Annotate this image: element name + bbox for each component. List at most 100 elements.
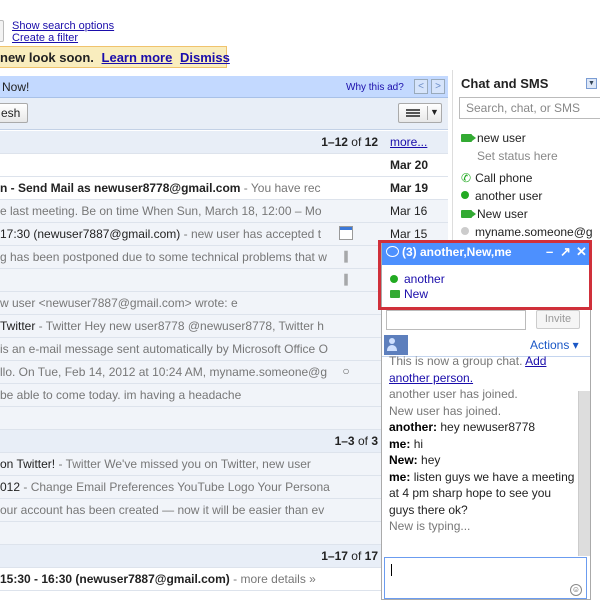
subject-text: Twitter [0, 319, 36, 333]
chevron-down-icon: ▼ [430, 107, 439, 117]
chat-scrollbar[interactable] [578, 391, 590, 556]
email-snippet: g has been postponed due to some technic… [0, 250, 327, 264]
show-search-options-link[interactable]: Show search options [12, 20, 114, 32]
online-dot-icon [390, 275, 398, 283]
email-date: Mar 19 [390, 181, 429, 195]
email-subject: be able to come today. im having a heada… [0, 384, 330, 406]
video-icon [390, 290, 400, 298]
email-snippet: llo. On Tue, Feb 14, 2012 at 10:24 AM, m… [0, 365, 328, 379]
email-subject: 012 - Change Email Preferences YouTube L… [0, 476, 330, 498]
subject-text: 012 [0, 480, 21, 494]
refresh-button[interactable]: esh [0, 103, 28, 123]
page-of: of [357, 434, 368, 448]
member-new[interactable]: New [390, 287, 428, 301]
system-text: another user has joined. [389, 387, 518, 401]
message-sender: New: [389, 453, 418, 467]
chat-message: me: listen guys we have a meeting at 4 p… [389, 469, 578, 519]
email-snippet: our account has been created — now it wi… [0, 503, 325, 517]
subject-text: 17:30 (newuser7887@gmail.com) [0, 227, 181, 241]
search-button-stub[interactable] [0, 20, 4, 42]
close-icon[interactable]: ✕ [576, 244, 587, 260]
minimize-icon[interactable]: – [546, 244, 553, 259]
email-snippet: w user <newuser7887@gmail.com> wrote: e [0, 296, 238, 310]
dismiss-link[interactable]: Dismiss [180, 50, 230, 65]
chat-search-input[interactable]: Search, chat, or SMS [459, 97, 600, 119]
system-message: New user has joined. [389, 403, 578, 420]
subject-text: on Twitter! [0, 457, 56, 471]
ad-bar: Now! Why this ad? < > [0, 76, 448, 98]
message-text: hey [421, 453, 441, 467]
email-row[interactable]: Mar 20 [0, 154, 448, 177]
contact-new-user[interactable]: New user [461, 207, 528, 221]
email-snippet: - more details » [229, 572, 316, 586]
email-subject: our account has been created — now it wi… [0, 499, 330, 521]
set-status-field[interactable]: Set status here [477, 149, 558, 163]
chevron-down-icon[interactable]: ▼ [586, 78, 597, 89]
contact-label: another user [475, 189, 543, 203]
email-subject: w user <newuser7887@gmail.com> wrote: e [0, 292, 330, 314]
contact-label: Call phone [475, 171, 533, 185]
group-chat-title: (3) another,New,me [402, 245, 512, 259]
email-date: Mar 20 [390, 158, 429, 172]
page-count: 1–12 [321, 135, 348, 149]
pagination-row: 1–12 of 12 more... [0, 131, 448, 154]
why-this-ad-link[interactable]: Why this ad? [346, 82, 404, 93]
ad-text: Now! [2, 80, 30, 94]
button-divider [427, 106, 428, 120]
ad-next-button[interactable]: > [431, 79, 445, 94]
contact-call-phone[interactable]: ✆ Call phone [461, 171, 532, 185]
calendar-icon [339, 226, 353, 240]
member-another[interactable]: another [390, 272, 445, 286]
me-name: new user [477, 131, 526, 145]
paperclip-icon: ∥ [343, 272, 349, 286]
video-icon [461, 210, 476, 218]
message-text: listen guys we have a meeting at 4 pm sh… [389, 469, 575, 517]
page-total: 12 [364, 135, 378, 149]
email-snippet: - Twitter We've missed you on Twitter, n… [55, 457, 311, 471]
ad-prev-button[interactable]: < [414, 79, 428, 94]
message-input[interactable]: ☺ [384, 557, 587, 599]
email-snippet: - new user has accepted t [180, 227, 322, 241]
email-date: Mar 16 [390, 204, 428, 218]
member-name: New [404, 287, 429, 301]
new-look-notice: new look soon. Learn more Dismiss [0, 46, 230, 68]
email-subject: 17:30 (newuser7887@gmail.com) - new user… [0, 223, 330, 245]
create-filter-link[interactable]: Create a filter [12, 32, 78, 44]
chat-message: me: hi [389, 436, 578, 453]
email-subject: is an e-mail message sent automatically … [0, 338, 330, 360]
email-subject: Twitter - Twitter Hey new user8778 @newu… [0, 315, 330, 337]
popout-icon[interactable]: ↗ [560, 244, 571, 260]
video-icon [461, 134, 476, 142]
chat-panel-title: Chat and SMS [461, 76, 549, 91]
email-snippet: be able to come today. im having a heada… [0, 388, 242, 402]
more-link[interactable]: more... [390, 131, 427, 153]
group-chat-window: (3) another,New,me – ↗ ✕ another New Inv… [381, 240, 591, 600]
contact-myname-someone[interactable]: myname.someone@g [461, 225, 593, 239]
actions-menu[interactable]: Actions ▾ [530, 338, 579, 352]
member-name: another [404, 272, 445, 286]
invite-row: Invite [382, 307, 590, 333]
email-snippet: is an e-mail message sent automatically … [0, 342, 328, 356]
email-snippet: - Twitter Hey new user8778 @newuser8778,… [35, 319, 324, 333]
contact-another-user[interactable]: another user [461, 189, 542, 203]
emoticon-icon[interactable]: ☺ [570, 584, 582, 596]
email-row[interactable]: n - Send Mail as newuser8778@gmail.com -… [0, 177, 448, 200]
message-sender: me: [389, 469, 411, 484]
group-chat-header[interactable]: (3) another,New,me – ↗ ✕ [382, 241, 590, 265]
page-count: 1–17 [321, 549, 348, 563]
email-snippet: e last meeting. Be on time When Sun, Mar… [0, 204, 322, 218]
system-message: New is typing... [389, 518, 578, 535]
email-snippet: - You have rec [240, 181, 321, 195]
contact-label: myname.someone@g [475, 225, 593, 239]
invite-input[interactable] [386, 310, 526, 330]
email-subject: e last meeting. Be on time When Sun, Mar… [0, 200, 330, 222]
view-options-button[interactable]: ▼ [398, 103, 442, 123]
system-message: another user has joined. [389, 386, 578, 403]
page-count: 1–3 [334, 434, 355, 448]
learn-more-link[interactable]: Learn more [102, 50, 173, 65]
email-subject: g has been postponed due to some technic… [0, 246, 330, 268]
invite-button[interactable]: Invite [536, 310, 580, 329]
email-row[interactable]: e last meeting. Be on time When Sun, Mar… [0, 200, 448, 223]
email-subject: n - Send Mail as newuser8778@gmail.com -… [0, 177, 330, 199]
group-members: another New [382, 265, 590, 307]
